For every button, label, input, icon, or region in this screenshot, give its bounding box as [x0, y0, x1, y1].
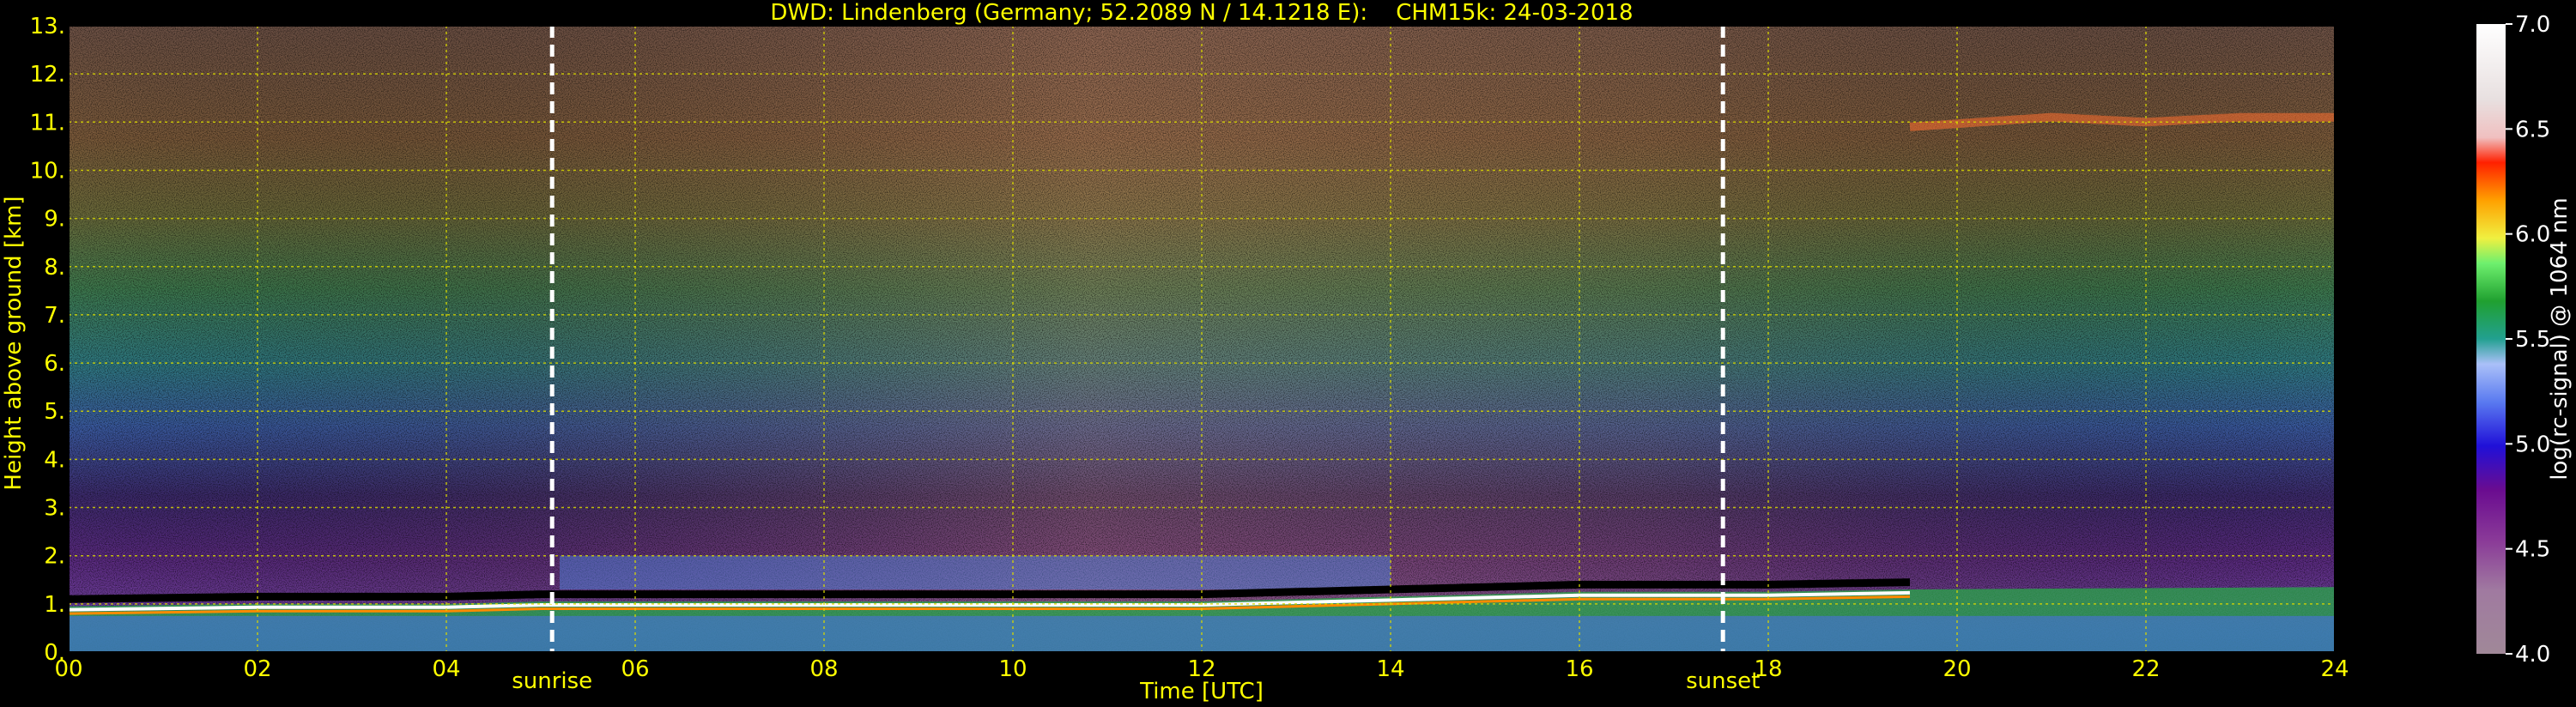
colorbar-tick-label: 6.5 — [2515, 117, 2550, 142]
y-tick-label: 1. — [44, 592, 65, 618]
y-tick-label: 0. — [44, 640, 65, 666]
y-tick-label: 4. — [44, 447, 65, 473]
x-tick-label: 04 — [432, 656, 460, 682]
colorbar-tick-label: 5.0 — [2515, 432, 2550, 457]
y-tick-label: 2. — [44, 544, 65, 570]
colorbar-gradient — [2476, 24, 2506, 654]
y-tick-labels: 0. 1. 2. 3. 4. 5. 6. 7. 8. 9. 10. 11. 12. 13. — [30, 14, 65, 666]
colorbar-tick-label: 6.0 — [2515, 222, 2550, 248]
x-tick-label: 12 — [1187, 656, 1215, 682]
ceilometer-chart: DWD: Lindenberg (Germany; 52.2089 N / 14… — [1, 0, 2573, 704]
residual-layer-band — [560, 555, 1391, 589]
y-tick-label: 10. — [30, 158, 65, 184]
y-tick-label: 6. — [44, 351, 65, 377]
event-label-sunset: sunset — [1686, 668, 1760, 694]
x-tick-label: 24 — [2320, 656, 2349, 682]
y-tick-label: 13. — [30, 14, 65, 39]
y-tick-label: 5. — [44, 399, 65, 425]
x-tick-label: 20 — [1943, 656, 1971, 682]
y-tick-label: 12. — [30, 62, 65, 88]
x-tick-label: 22 — [2131, 656, 2160, 682]
colorbar-label: log(rc-signal) @ 1064 nm — [2547, 197, 2573, 480]
y-tick-label: 8. — [44, 255, 65, 281]
x-tick-label: 10 — [998, 656, 1027, 682]
colorbar-tick-label: 7.0 — [2515, 12, 2550, 38]
x-tick-label: 14 — [1376, 656, 1404, 682]
colorbar-tick-label: 5.5 — [2515, 327, 2550, 353]
x-axis-label: Time [UTC] — [1139, 679, 1264, 704]
colorbar-tick-label: 4.0 — [2515, 642, 2550, 668]
colorbar-tick-label: 4.5 — [2515, 537, 2550, 563]
colorbar: 4.0 4.5 5.0 5.5 6.0 6.5 7.0 log(rc-signal) @ 1… — [2476, 12, 2573, 668]
colorbar-tick-labels: 4.0 4.5 5.0 5.5 6.0 6.5 7.0 — [2506, 12, 2550, 668]
plot-area — [68, 25, 2336, 653]
y-tick-label: 3. — [44, 496, 65, 522]
event-label-sunrise: sunrise — [512, 668, 592, 694]
y-axis-label: Height above ground [km] — [1, 196, 27, 490]
y-tick-label: 9. — [44, 207, 65, 233]
x-tick-labels: 00 02 04 06 08 10 12 14 16 18 20 22 24 — [54, 656, 2349, 682]
chart-title: DWD: Lindenberg (Germany; 52.2089 N / 14… — [770, 0, 1633, 26]
x-tick-label: 08 — [809, 656, 838, 682]
x-tick-label: 02 — [243, 656, 271, 682]
x-tick-label: 06 — [621, 656, 649, 682]
y-tick-label: 7. — [44, 303, 65, 329]
x-tick-label: 16 — [1565, 656, 1593, 682]
y-tick-label: 11. — [30, 110, 65, 136]
